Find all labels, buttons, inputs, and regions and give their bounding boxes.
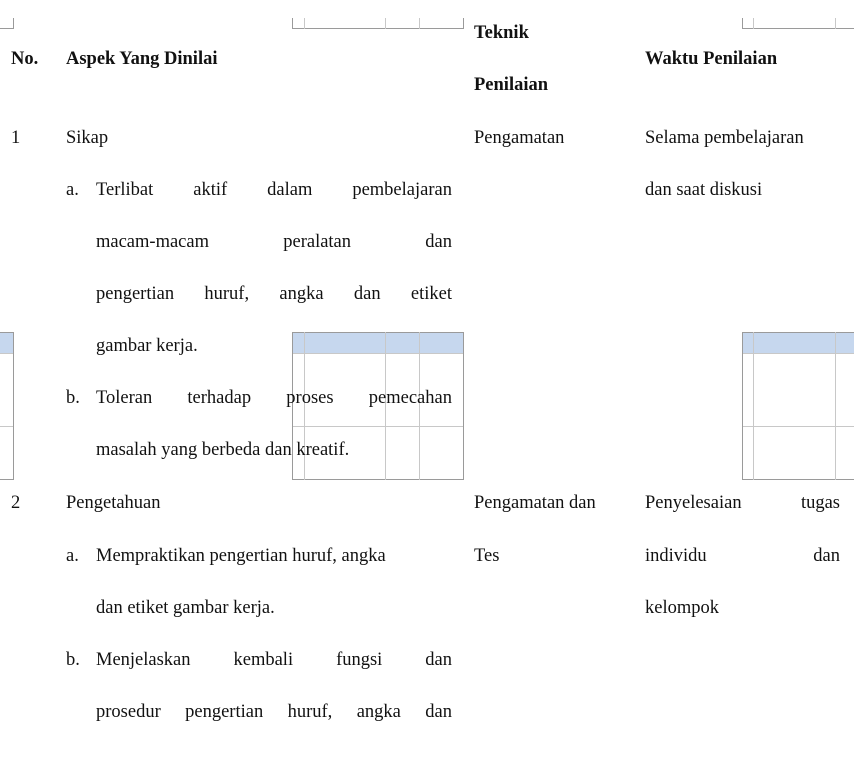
item-line: prosedur pengertian huruf, angka dan — [96, 699, 452, 725]
header-teknik-line1: Teknik — [474, 23, 529, 43]
teknik-value: Pengamatan dan — [474, 493, 596, 513]
item-line: dan etiket gambar kerja. — [96, 598, 275, 618]
item-line: pengertian huruf, angka dan etiket — [96, 281, 452, 307]
waktu-value: individu dan — [645, 543, 840, 569]
word: huruf, — [204, 284, 250, 304]
item-line: macam-macam peralatan dan — [96, 229, 452, 255]
word: dan — [425, 702, 452, 722]
word: dalam — [267, 180, 313, 200]
aspek-title: Sikap — [66, 128, 109, 148]
word: pengertian — [185, 702, 264, 722]
word: dan — [425, 650, 452, 670]
word: Toleran — [96, 388, 153, 408]
word: fungsi — [336, 650, 383, 670]
word: peralatan — [283, 232, 352, 252]
row-number: 2 — [11, 493, 21, 513]
word: tugas — [800, 493, 840, 513]
waktu-value: Penyelesaian tugas — [645, 490, 840, 516]
word: kembali — [233, 650, 294, 670]
item-line: masalah yang berbeda dan kreatif. — [96, 440, 350, 460]
word: dan — [425, 232, 452, 252]
item-marker: a. — [66, 180, 79, 200]
word: Menjelaskan — [96, 650, 191, 670]
word: dan — [813, 546, 840, 566]
word: angka — [279, 284, 324, 304]
word: proses — [286, 388, 334, 408]
header-teknik-line2: Penilaian — [474, 75, 549, 95]
word: pembelajaran — [352, 180, 452, 200]
waktu-value: kelompok — [645, 598, 719, 618]
header-no: No. — [11, 49, 39, 69]
row-number: 1 — [11, 128, 21, 148]
item-line: Terlibat aktif dalam pembelajaran — [96, 177, 452, 203]
word: huruf, — [287, 702, 333, 722]
word: Penyelesaian — [645, 493, 742, 513]
item-line: gambar kerja. — [96, 336, 198, 356]
teknik-value: Pengamatan — [474, 128, 565, 148]
word: angka — [356, 702, 401, 722]
word: individu — [645, 546, 707, 566]
word: macam-macam — [96, 232, 209, 252]
header-waktu: Waktu Penilaian — [645, 49, 778, 69]
aspek-title: Pengetahuan — [66, 493, 161, 513]
teknik-value: Tes — [474, 546, 500, 566]
item-line: Mempraktikan pengertian huruf, angka — [96, 546, 386, 566]
word: prosedur — [96, 702, 161, 722]
word: pengertian — [96, 284, 175, 304]
header-aspek: Aspek Yang Dinilai — [66, 49, 218, 69]
word: dan — [353, 284, 381, 304]
waktu-value: Selama pembelajaran — [645, 128, 804, 148]
word: Terlibat — [96, 180, 154, 200]
waktu-value: dan saat diskusi — [645, 180, 763, 200]
item-marker: a. — [66, 546, 79, 566]
item-line: Toleran terhadap proses pemecahan — [96, 385, 452, 411]
word: terhadap — [187, 388, 252, 408]
word: etiket — [410, 284, 452, 304]
item-line: Menjelaskan kembali fungsi dan — [96, 647, 452, 673]
item-marker: b. — [66, 650, 80, 670]
item-marker: b. — [66, 388, 80, 408]
word: aktif — [193, 180, 228, 200]
word: pemecahan — [368, 388, 452, 408]
